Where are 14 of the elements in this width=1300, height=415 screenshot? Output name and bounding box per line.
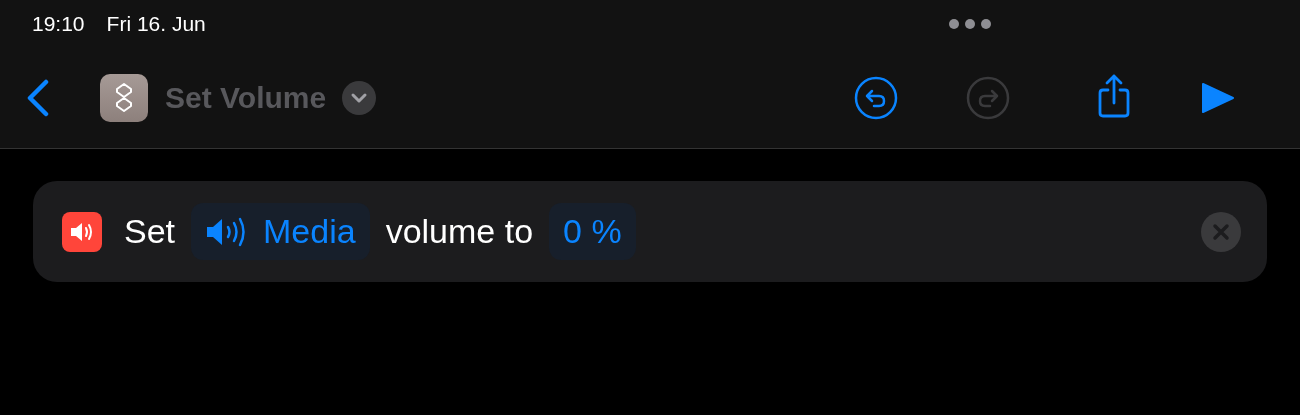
undo-icon[interactable] — [854, 76, 898, 120]
chevron-down-icon[interactable] — [342, 81, 377, 115]
status-date: Fri 16. Jun — [106, 12, 206, 36]
action-text: Set — [124, 212, 176, 251]
more-icon[interactable] — [949, 19, 991, 29]
back-icon[interactable] — [26, 79, 50, 117]
layers-icon — [100, 74, 148, 122]
device-token[interactable]: Media — [191, 203, 370, 260]
action-card[interactable]: Set Media volume to 0 % — [33, 181, 1267, 282]
status-time: 19:10 — [32, 12, 85, 36]
speaker-icon — [62, 211, 102, 252]
shortcut-title[interactable]: Set Volume — [165, 81, 327, 115]
action-text: volume to — [385, 212, 534, 251]
value-token[interactable]: 0 % — [549, 203, 636, 260]
